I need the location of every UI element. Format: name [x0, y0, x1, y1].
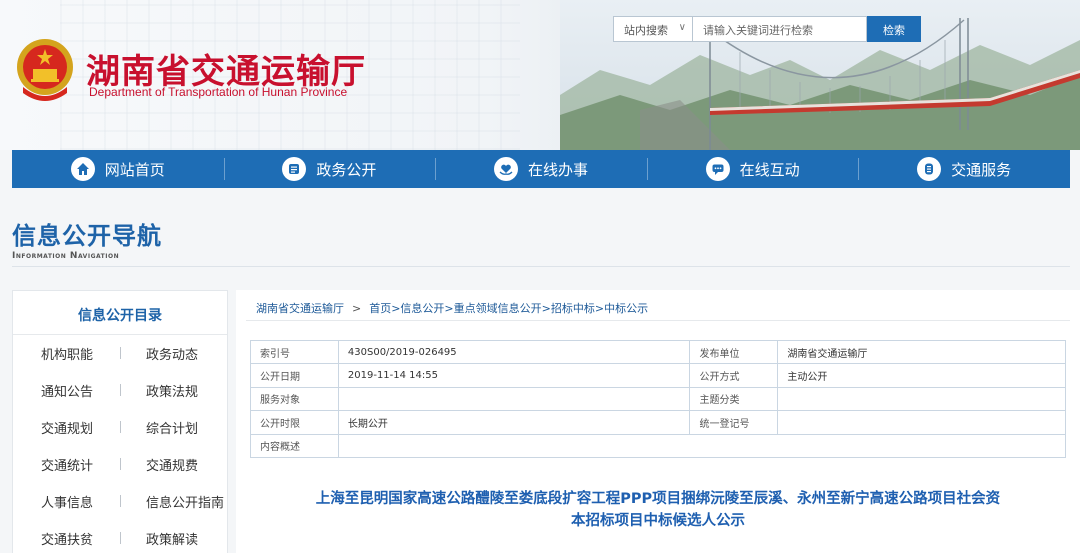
sidebar-separator	[120, 384, 121, 396]
nav-label: 在线互动	[739, 160, 800, 179]
home-icon	[70, 157, 95, 181]
sidebar-item-institution-functions[interactable]: 机构职能	[13, 335, 120, 372]
meta-key: 公开方式	[689, 363, 779, 388]
meta-key: 索引号	[250, 339, 339, 365]
chevron-down-icon: ∨	[678, 22, 686, 33]
document-icon	[282, 157, 307, 181]
sidebar-grid: 机构职能 政务动态 通知公告 政策法规 交通规划 综合计划 交通统计 交通规费 …	[13, 335, 227, 553]
sidebar-item-comprehensive-plan[interactable]: 综合计划	[120, 409, 227, 446]
breadcrumb-divider	[246, 320, 1070, 321]
site-header: 湖南省交通运输厅 Department of Transportation of…	[0, 0, 1080, 150]
sidebar-item-personnel-info[interactable]: 人事信息	[13, 483, 120, 520]
sidebar-item-transport-statistics[interactable]: 交通统计	[13, 446, 120, 483]
meta-key: 主题分类	[689, 386, 779, 412]
site-subtitle-en: Department of Transportation of Hunan Pr…	[89, 85, 348, 99]
nav-label: 在线办事	[527, 160, 588, 179]
table-row: 内容概述	[250, 433, 1067, 458]
meta-value: 主动公开	[777, 363, 1066, 388]
breadcrumb-root-link[interactable]: 湖南省交通运输厅	[256, 302, 344, 315]
breadcrumb-path-link[interactable]: 首页>信息公开>重点领域信息公开>招标中标>中标公示	[369, 302, 648, 315]
nav-item-home[interactable]: 网站首页	[12, 150, 224, 188]
meta-value: 湖南省交通运输厅	[777, 339, 1066, 365]
section-title: 信息公开导航	[12, 222, 162, 250]
table-row: 服务对象 主题分类	[250, 386, 1066, 412]
sidebar-separator	[120, 495, 121, 507]
meta-key: 服务对象	[250, 386, 339, 412]
document-title: 上海至昆明国家高速公路醴陵至娄底段扩容工程PPP项目捆绑沅陵至辰溪、永州至新宁高…	[250, 488, 1066, 532]
search-bar: 站内搜索 ∨ 请输入关键词进行检索 检索	[613, 16, 921, 42]
nav-item-online-services[interactable]: 在线办事	[435, 150, 647, 188]
nav-label: 网站首页	[104, 160, 165, 179]
nav-item-gov-affairs[interactable]: 政务公开	[223, 150, 436, 188]
sidebar-item-poverty-alleviation[interactable]: 交通扶贫	[13, 520, 120, 553]
section-subtitle: Information Navigation	[12, 251, 120, 261]
meta-key: 统一登记号	[689, 410, 779, 435]
service-icon	[917, 157, 942, 181]
table-row: 索引号 430S00/2019-026495 发布单位 湖南省交通运输厅	[250, 339, 1066, 365]
sidebar-item-government-news[interactable]: 政务动态	[120, 335, 227, 372]
document-title-line: 上海至昆明国家高速公路醴陵至娄底段扩容工程PPP项目捆绑沅陵至辰溪、永州至新宁高…	[315, 491, 1001, 507]
sidebar-item-policies-regulations[interactable]: 政策法规	[120, 372, 227, 409]
nav-item-online-interaction[interactable]: 在线互动	[646, 150, 859, 188]
meta-key: 公开日期	[250, 363, 339, 388]
search-input[interactable]: 请输入关键词进行检索	[693, 16, 867, 42]
sidebar-item-transport-fees[interactable]: 交通规费	[120, 446, 227, 483]
meta-value	[337, 433, 1067, 458]
catalog-sidebar: 信息公开目录 机构职能 政务动态 通知公告 政策法规 交通规划 综合计划 交通统…	[12, 290, 228, 553]
document-title-line: 本招标项目中标候选人公示	[571, 513, 745, 529]
sidebar-separator	[120, 421, 121, 433]
sidebar-item-notices[interactable]: 通知公告	[13, 372, 120, 409]
sidebar-item-policy-interpretation[interactable]: 政策解读	[120, 520, 227, 553]
meta-value	[777, 410, 1066, 435]
heart-hand-icon	[493, 157, 518, 181]
section-divider	[12, 266, 1070, 267]
meta-key: 公开时限	[250, 410, 339, 435]
meta-value	[337, 386, 691, 412]
search-scope-select[interactable]: 站内搜索 ∨	[613, 16, 693, 42]
meta-value: 430S00/2019-026495	[337, 339, 691, 365]
meta-value: 2019-11-14 14:55	[337, 363, 691, 388]
sidebar-separator	[120, 458, 121, 470]
sidebar-item-disclosure-guide[interactable]: 信息公开指南	[120, 483, 227, 520]
nav-label: 交通服务	[951, 160, 1012, 179]
sidebar-item-transport-planning[interactable]: 交通规划	[13, 409, 120, 446]
breadcrumb: 湖南省交通运输厅 > 首页>信息公开>重点领域信息公开>招标中标>中标公示	[256, 300, 648, 316]
sidebar-separator	[120, 532, 121, 544]
national-emblem-logo	[17, 39, 73, 101]
search-scope-label: 站内搜索	[624, 24, 668, 37]
nav-label: 政务公开	[316, 160, 377, 179]
meta-value: 长期公开	[337, 410, 691, 435]
table-row: 公开日期 2019-11-14 14:55 公开方式 主动公开	[250, 363, 1066, 388]
main-nav: 网站首页 政务公开 在线办事 在线互动 交通服务	[12, 150, 1070, 188]
search-button[interactable]: 检索	[867, 16, 921, 42]
nav-item-transport-services[interactable]: 交通服务	[858, 150, 1070, 188]
document-metadata-table: 索引号 430S00/2019-026495 发布单位 湖南省交通运输厅 公开日…	[250, 339, 1067, 458]
sidebar-separator	[120, 347, 121, 359]
sidebar-heading: 信息公开目录	[13, 291, 227, 335]
table-row: 公开时限 长期公开 统一登记号	[250, 410, 1066, 435]
chat-icon	[705, 157, 730, 181]
main-content: 湖南省交通运输厅 > 首页>信息公开>重点领域信息公开>招标中标>中标公示 索引号 …	[236, 290, 1080, 553]
meta-key: 内容概述	[250, 433, 339, 458]
meta-value	[777, 386, 1066, 412]
meta-key: 发布单位	[689, 339, 779, 365]
breadcrumb-separator: >	[352, 302, 362, 315]
